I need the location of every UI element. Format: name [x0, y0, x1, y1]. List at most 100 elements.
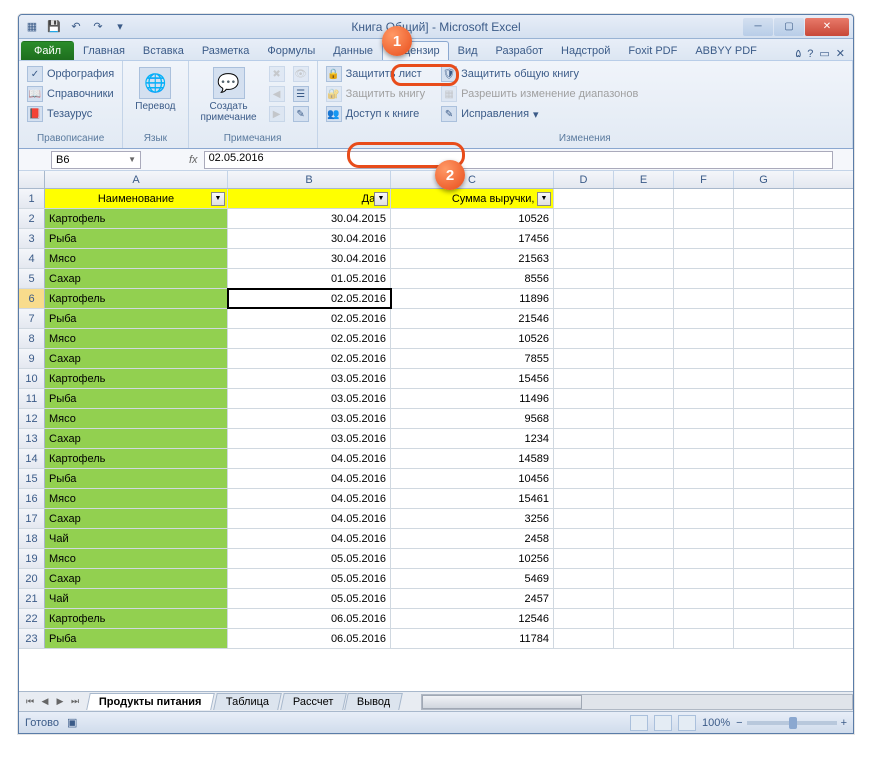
zoom-in-button[interactable]: + [841, 717, 847, 729]
empty-cell[interactable] [614, 229, 674, 248]
empty-cell[interactable] [674, 489, 734, 508]
protect-shared-button[interactable]: 🛡Защитить общую книгу [439, 65, 640, 83]
row-header[interactable]: 18 [19, 529, 45, 548]
empty-cell[interactable] [554, 449, 614, 468]
column-header-D[interactable]: D [554, 171, 614, 188]
empty-cell[interactable] [734, 509, 794, 528]
data-cell[interactable]: Рыба [45, 229, 228, 248]
empty-cell[interactable] [554, 389, 614, 408]
qat-more-icon[interactable]: ▾ [111, 18, 129, 36]
data-cell[interactable]: Мясо [45, 409, 228, 428]
data-cell[interactable]: 21546 [391, 309, 554, 328]
data-cell[interactable]: 30.04.2015 [228, 209, 391, 228]
empty-cell[interactable] [614, 449, 674, 468]
empty-cell[interactable] [554, 209, 614, 228]
empty-cell[interactable] [734, 449, 794, 468]
empty-cell[interactable] [554, 269, 614, 288]
sheet-tab[interactable]: Вывод [344, 693, 403, 710]
row-header[interactable]: 20 [19, 569, 45, 588]
empty-cell[interactable] [554, 329, 614, 348]
empty-cell[interactable] [554, 489, 614, 508]
data-cell[interactable]: 17456 [391, 229, 554, 248]
empty-cell[interactable] [674, 289, 734, 308]
data-cell[interactable]: 04.05.2016 [228, 509, 391, 528]
empty-cell[interactable] [674, 189, 734, 208]
data-cell[interactable]: 3256 [391, 509, 554, 528]
empty-cell[interactable] [554, 509, 614, 528]
data-cell[interactable]: Сахар [45, 349, 228, 368]
row-header[interactable]: 17 [19, 509, 45, 528]
empty-cell[interactable] [554, 429, 614, 448]
empty-cell[interactable] [674, 449, 734, 468]
empty-cell[interactable] [674, 629, 734, 648]
tab-вид[interactable]: Вид [449, 41, 487, 60]
tab-abbyy pdf[interactable]: ABBYY PDF [686, 41, 766, 60]
row-header[interactable]: 14 [19, 449, 45, 468]
data-cell[interactable]: 15461 [391, 489, 554, 508]
track-changes-button[interactable]: ✎Исправления ▾ [439, 105, 640, 123]
data-cell[interactable]: 2457 [391, 589, 554, 608]
data-cell[interactable]: Рыба [45, 389, 228, 408]
thesaurus-button[interactable]: 📕Тезаурус [25, 105, 116, 123]
share-book-button[interactable]: 👥Доступ к книге [324, 105, 428, 123]
empty-cell[interactable] [614, 329, 674, 348]
table-header-cell[interactable]: Наименование▼ [45, 189, 228, 208]
select-all-corner[interactable] [19, 171, 45, 188]
window-restore-icon[interactable]: ▭ [819, 47, 829, 60]
data-cell[interactable]: Картофель [45, 609, 228, 628]
sheet-tab[interactable]: Таблица [213, 693, 282, 710]
show-ink-button[interactable]: ✎ [291, 105, 311, 123]
undo-icon[interactable]: ↶ [67, 18, 85, 36]
empty-cell[interactable] [614, 189, 674, 208]
empty-cell[interactable] [614, 209, 674, 228]
empty-cell[interactable] [734, 569, 794, 588]
tab-вставка[interactable]: Вставка [134, 41, 193, 60]
empty-cell[interactable] [614, 569, 674, 588]
empty-cell[interactable] [554, 549, 614, 568]
data-cell[interactable]: 03.05.2016 [228, 369, 391, 388]
data-cell[interactable]: 06.05.2016 [228, 609, 391, 628]
help-icon[interactable]: ? [807, 48, 813, 60]
row-header[interactable]: 1 [19, 189, 45, 208]
data-cell[interactable]: Рыба [45, 629, 228, 648]
redo-icon[interactable]: ↷ [89, 18, 107, 36]
empty-cell[interactable] [554, 249, 614, 268]
ribbon-minimize-icon[interactable]: ۵ [795, 47, 801, 60]
empty-cell[interactable] [734, 549, 794, 568]
empty-cell[interactable] [674, 509, 734, 528]
data-cell[interactable]: 02.05.2016 [228, 309, 391, 328]
data-cell[interactable]: 7855 [391, 349, 554, 368]
empty-cell[interactable] [734, 589, 794, 608]
zoom-out-button[interactable]: − [736, 717, 742, 729]
empty-cell[interactable] [734, 629, 794, 648]
sheet-tab[interactable]: Продукты питания [86, 693, 214, 710]
data-cell[interactable]: 9568 [391, 409, 554, 428]
empty-cell[interactable] [674, 229, 734, 248]
data-cell[interactable]: 05.05.2016 [228, 589, 391, 608]
empty-cell[interactable] [734, 609, 794, 628]
data-cell[interactable]: Картофель [45, 449, 228, 468]
empty-cell[interactable] [674, 569, 734, 588]
empty-cell[interactable] [674, 249, 734, 268]
save-icon[interactable]: 💾 [45, 18, 63, 36]
empty-cell[interactable] [674, 529, 734, 548]
data-cell[interactable]: Мясо [45, 489, 228, 508]
data-cell[interactable]: Рыба [45, 469, 228, 488]
data-cell[interactable]: 04.05.2016 [228, 469, 391, 488]
empty-cell[interactable] [734, 329, 794, 348]
tab-данные[interactable]: Данные [324, 41, 382, 60]
empty-cell[interactable] [614, 389, 674, 408]
data-cell[interactable]: 1234 [391, 429, 554, 448]
empty-cell[interactable] [554, 309, 614, 328]
sheet-nav-prev-icon[interactable]: ◀ [38, 696, 52, 707]
empty-cell[interactable] [674, 589, 734, 608]
tab-формулы[interactable]: Формулы [258, 41, 324, 60]
empty-cell[interactable] [734, 529, 794, 548]
column-header-B[interactable]: B [228, 171, 391, 188]
tab-главная[interactable]: Главная [74, 41, 134, 60]
data-cell[interactable]: Картофель [45, 369, 228, 388]
empty-cell[interactable] [674, 469, 734, 488]
sheet-tab[interactable]: Рассчет [280, 693, 346, 710]
maximize-button[interactable]: ▢ [774, 18, 804, 36]
data-cell[interactable]: 04.05.2016 [228, 449, 391, 468]
